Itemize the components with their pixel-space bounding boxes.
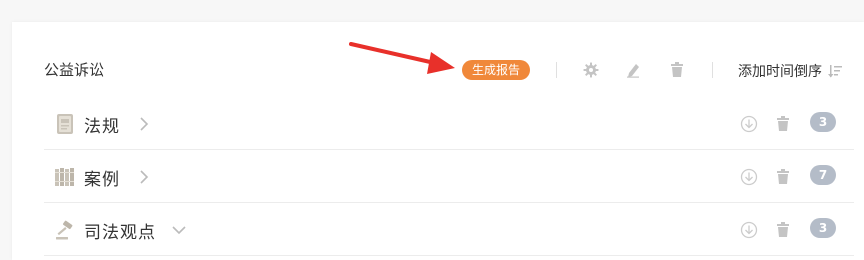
list-item-regulations[interactable]: 法规 3: [44, 98, 854, 150]
gavel-icon: [54, 219, 76, 241]
list-item-label: 司法观点: [84, 223, 156, 243]
trash-icon[interactable]: [774, 115, 792, 133]
count-badge: 3: [810, 218, 836, 238]
chevron-down-icon[interactable]: [171, 221, 187, 239]
law-book-icon: [54, 113, 76, 135]
case-files-icon: [54, 166, 76, 188]
list-item-cases[interactable]: 案例 7: [44, 151, 854, 203]
chevron-right-icon[interactable]: [136, 168, 152, 186]
gear-icon[interactable]: [582, 61, 600, 79]
list-item-label: 案例: [84, 170, 120, 190]
generate-report-button[interactable]: 生成报告: [462, 60, 530, 80]
annotation-arrow-icon: [349, 42, 455, 74]
download-icon[interactable]: [740, 221, 758, 239]
sort-label: 添加时间倒序: [738, 64, 822, 80]
download-icon[interactable]: [740, 115, 758, 133]
count-badge: 7: [810, 165, 836, 185]
collection-title: 公益诉讼: [44, 61, 105, 79]
chevron-right-icon[interactable]: [136, 115, 152, 133]
count-badge: 3: [810, 112, 836, 132]
collection-panel: 公益诉讼 生成报告 添加时间倒序 法规 3 案例 7 司法观点 3: [12, 22, 864, 260]
trash-icon[interactable]: [774, 221, 792, 239]
sort-toggle[interactable]: 添加时间倒序: [738, 61, 842, 81]
edit-icon[interactable]: [624, 61, 642, 79]
download-icon[interactable]: [740, 168, 758, 186]
list-item-judicial-views[interactable]: 司法观点 3: [44, 204, 854, 256]
divider: [556, 62, 557, 78]
list-item-label: 法规: [84, 117, 120, 137]
sort-desc-icon: [828, 65, 842, 78]
trash-icon[interactable]: [774, 168, 792, 186]
divider: [712, 62, 713, 78]
trash-icon[interactable]: [668, 61, 686, 79]
